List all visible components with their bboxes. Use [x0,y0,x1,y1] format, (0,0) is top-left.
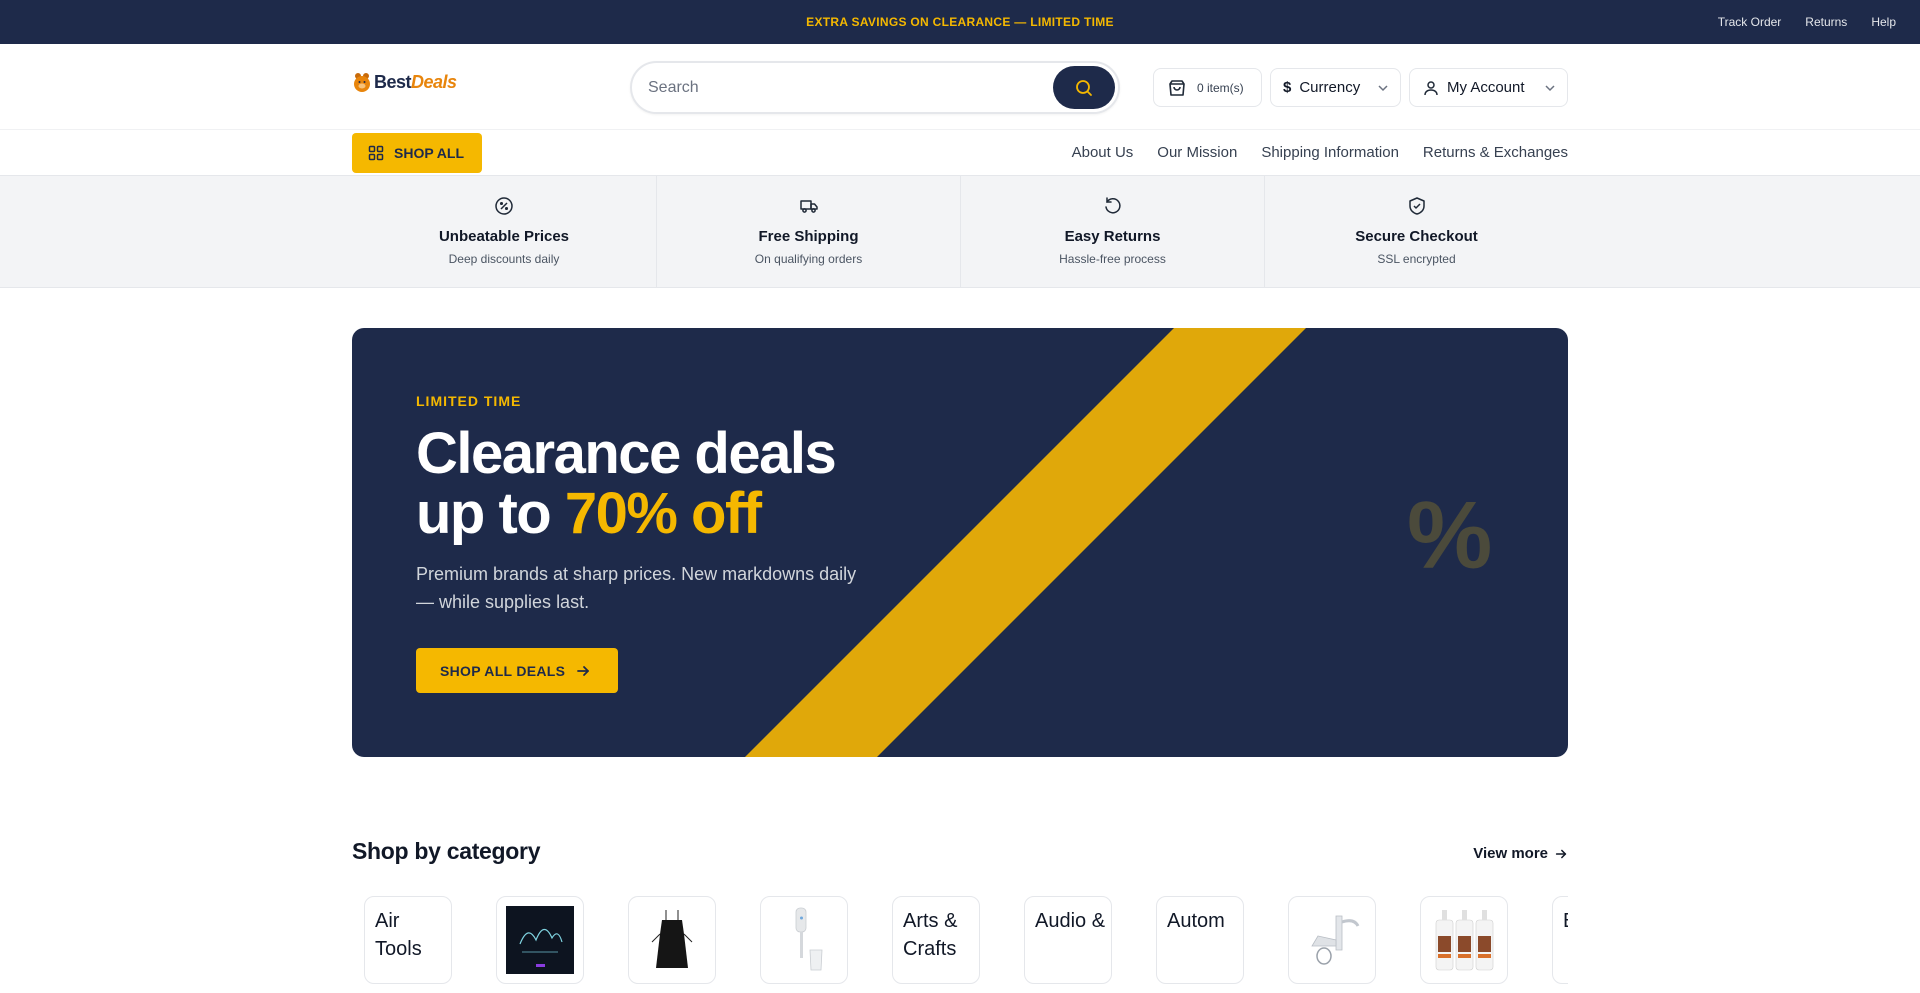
hero-headline-accent: 70% off [564,481,762,546]
hand-blender-image [770,906,838,974]
view-more-link[interactable]: View more [1473,845,1568,862]
nav-returns-exchanges[interactable]: Returns & Exchanges [1423,144,1568,161]
category-image-alt: B [1563,907,1568,935]
hero-banner: LIMITED TIME Clearance deals up to 70% o… [352,328,1568,757]
feature-title: Free Shipping [758,228,859,245]
return-icon [1105,197,1121,214]
site-logo[interactable]: Best Deals [352,71,457,93]
lotion-bottles-image [1430,906,1498,974]
returns-link[interactable]: Returns [1805,15,1847,29]
feature-title: Unbeatable Prices [438,228,570,245]
feature-subtitle: Deep discounts daily [448,252,560,266]
feature-title: Easy Returns [1064,228,1161,245]
main-nav: SHOP ALL About Us Our Mission Shipping I… [0,130,1920,176]
feature-subtitle: On qualifying orders [754,252,863,266]
currency-symbol: $ [1283,79,1292,96]
category-tile-air-tools[interactable]: Air Tools [364,896,452,984]
poster-image [506,906,574,974]
view-more-label: View more [1473,845,1548,862]
category-tile-bottles[interactable] [1420,896,1508,984]
cart-count: 0 item(s) [1197,80,1244,95]
logo-text-best: Best [374,71,412,92]
category-image-alt: Air Tools [375,910,422,960]
feature-subtitle: Hassle-free process [1059,252,1166,266]
currency-label: Currency [1299,79,1361,96]
nav-about-us[interactable]: About Us [1072,144,1134,161]
search-bar [630,61,1120,114]
hero-subtext: Premium brands at sharp prices. New mark… [416,564,857,612]
category-tile-blender[interactable] [760,896,848,984]
truck-icon [800,200,818,213]
feature-strip: Unbeatable Prices Deep discounts daily F… [0,176,1920,288]
feature-title: Secure Checkout [1355,228,1478,245]
category-tile-partial[interactable]: B [1552,896,1568,984]
categories-heading: Shop by category [352,838,541,864]
category-image-alt: Autom [1167,910,1225,932]
category-tile-faucet[interactable] [1288,896,1376,984]
apron-image [638,906,706,974]
feature-subtitle: SSL encrypted [1377,252,1456,266]
hero-percent-decoration: % [1407,482,1493,589]
category-tile-apron[interactable] [628,896,716,984]
category-carousel: Air Tools Arts & Crafts Audio & Autom [364,896,1568,993]
help-link[interactable]: Help [1871,15,1896,29]
hero-headline-line1: Clearance deals [416,421,837,486]
shield-icon [1409,197,1425,215]
hero-headline: Clearance deals up to 70% off [416,424,1036,544]
feature-easy-returns: Easy Returns Hassle-free process [960,176,1264,287]
logo-text-deals: Deals [411,71,457,92]
nav-our-mission[interactable]: Our Mission [1157,144,1237,161]
shop-all-deals-button[interactable]: SHOP ALL DEALS [416,648,618,693]
arrow-right-icon [577,665,590,676]
feature-free-shipping: Free Shipping On qualifying orders [656,176,960,287]
category-tile-poster[interactable] [496,896,584,984]
site-header: BestDeals 0 item(s) $ Currency My Accoun… [0,44,1920,130]
arrow-right-icon [1555,849,1567,858]
discount-icon [495,197,513,215]
shop-all-button[interactable]: SHOP ALL [352,133,482,173]
search-button[interactable] [1053,66,1115,109]
currency-selector[interactable]: $ Currency [1270,68,1401,107]
bear-logo-icon [354,73,370,92]
shopping-bag-icon [1169,79,1185,96]
category-tile-automotive[interactable]: Autom [1156,896,1244,984]
category-tile-arts-crafts[interactable]: Arts & Crafts [892,896,980,984]
promo-text: EXTRA SAVINGS ON CLEARANCE — LIMITED TIM… [806,15,1114,29]
hero-eyebrow: LIMITED TIME [416,393,522,409]
category-image-alt: Arts & Crafts [903,910,958,960]
search-icon [1076,79,1092,96]
faucet-image [1298,906,1366,974]
grid-icon [368,145,384,161]
user-icon [1424,80,1438,95]
nav-links: About Us Our Mission Shipping Informatio… [1072,144,1568,161]
feature-unbeatable-prices: Unbeatable Prices Deep discounts daily [352,176,656,287]
utility-links: Track Order Returns Help [1718,15,1896,29]
hero-headline-prefix: up to [416,481,565,546]
announcement-bar: EXTRA SAVINGS ON CLEARANCE — LIMITED TIM… [0,0,1920,44]
chevron-down-icon [1378,85,1388,92]
account-label: My Account [1447,79,1525,96]
shop-all-label: SHOP ALL [394,145,465,161]
feature-secure-checkout: Secure Checkout SSL encrypted [1264,176,1568,287]
category-tile-audio[interactable]: Audio & [1024,896,1112,984]
track-order-link[interactable]: Track Order [1718,15,1782,29]
account-menu[interactable]: My Account [1409,68,1568,107]
nav-shipping-information[interactable]: Shipping Information [1261,144,1399,161]
category-image-alt: Audio & [1035,910,1106,932]
cta-label: SHOP ALL DEALS [440,662,566,679]
search-input[interactable] [648,75,1038,101]
chevron-down-icon [1545,85,1555,92]
cart-button[interactable]: 0 item(s) [1153,68,1262,107]
